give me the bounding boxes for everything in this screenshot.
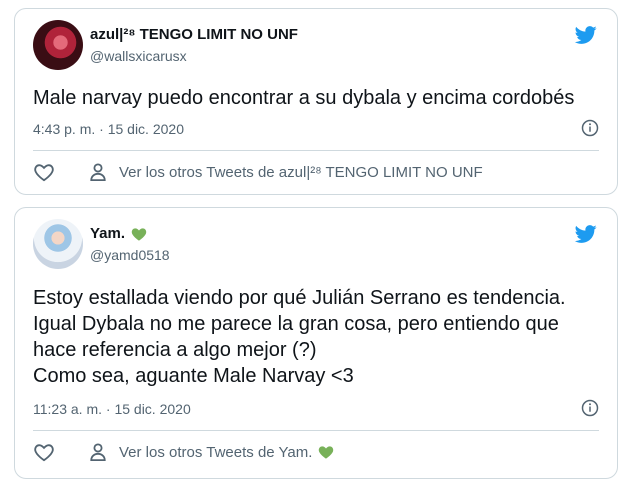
heart-outline-icon[interactable] xyxy=(33,162,55,182)
avatar[interactable] xyxy=(33,219,83,269)
tweet-actions: Ver los otros Tweets de azul|²⁸ TENGO LI… xyxy=(33,162,599,182)
avatar[interactable] xyxy=(33,20,83,70)
heart-outline-icon[interactable] xyxy=(33,442,55,462)
person-icon xyxy=(90,443,106,461)
author-name-row[interactable]: azul|²⁸ TENGO LIMIT NO UNF xyxy=(90,26,298,43)
divider xyxy=(33,430,599,431)
person-icon xyxy=(90,163,106,181)
tweet-text: Male narvay puedo encontrar a su dybala … xyxy=(33,85,599,111)
divider xyxy=(33,150,599,151)
more-tweets-link[interactable]: Ver los otros Tweets de Yam. xyxy=(119,444,334,461)
display-name[interactable]: Yam. xyxy=(90,225,125,242)
more-tweets-label: Ver los otros Tweets de Yam. xyxy=(119,443,313,461)
author-handle[interactable]: @wallsxicarusx xyxy=(90,48,187,64)
tweet-text: Estoy estallada viendo por qué Julián Se… xyxy=(33,285,599,389)
green-heart-icon xyxy=(319,446,334,459)
info-icon[interactable] xyxy=(581,399,599,417)
author-handle[interactable]: @yamd0518 xyxy=(90,247,170,263)
green-heart-icon xyxy=(131,227,147,241)
tweet-timestamp[interactable]: 11:23 a. m. · 15 dic. 2020 xyxy=(33,401,191,417)
tweet-text-line: hace referencia a algo mejor (?) xyxy=(33,339,317,361)
tweet-text-line: Estoy estallada viendo por qué Julián Se… xyxy=(33,287,566,309)
tweet-actions: Ver los otros Tweets de Yam. xyxy=(33,442,599,462)
more-tweets-label: Ver los otros Tweets de azul|²⁸ TENGO LI… xyxy=(119,163,483,181)
twitter-bird-icon[interactable] xyxy=(573,24,599,46)
tweet-text-line: Como sea, aguante Male Narvay <3 xyxy=(33,365,354,387)
info-icon[interactable] xyxy=(581,119,599,137)
display-name[interactable]: azul|²⁸ TENGO LIMIT NO UNF xyxy=(90,26,298,43)
tweet-card[interactable]: azul|²⁸ TENGO LIMIT NO UNF @wallsxicarus… xyxy=(14,8,618,195)
tweet-text-line: Igual Dybala no me parece la gran cosa, … xyxy=(33,313,559,335)
more-tweets-link[interactable]: Ver los otros Tweets de azul|²⁸ TENGO LI… xyxy=(119,164,483,181)
author-name-row[interactable]: Yam. xyxy=(90,225,147,242)
tweet-card[interactable]: Yam. @yamd0518 Estoy estallada viendo po… xyxy=(14,207,618,479)
tweet-text-line: Male narvay puedo encontrar a su dybala … xyxy=(33,87,575,109)
tweet-timestamp[interactable]: 4:43 p. m. · 15 dic. 2020 xyxy=(33,121,184,137)
twitter-bird-icon[interactable] xyxy=(573,223,599,245)
